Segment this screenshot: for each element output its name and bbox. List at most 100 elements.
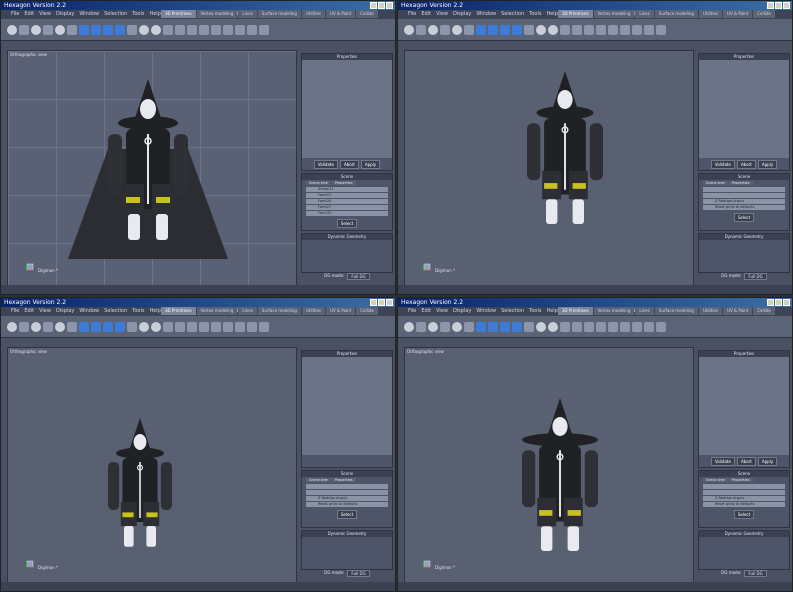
toolbar-tool-icon[interactable]	[440, 321, 450, 332]
toolbar-tool-icon[interactable]	[7, 24, 17, 35]
scene-list-item[interactable]: Form20	[306, 199, 388, 204]
witch-character-model[interactable]	[405, 51, 695, 287]
toolbar-tool-icon[interactable]	[656, 321, 666, 332]
toolbar-tool-icon[interactable]	[416, 321, 426, 332]
tab-uv-paint[interactable]: UV & Paint	[723, 10, 753, 18]
witch-character-model[interactable]	[8, 51, 298, 287]
toolbar-tool-icon[interactable]	[464, 24, 474, 35]
menu-item-tools[interactable]: Tools	[132, 307, 144, 316]
title-bar[interactable]: Hexagon Version 2.2	[1, 298, 395, 307]
minimize-button[interactable]	[370, 2, 377, 9]
toolbar-tool-icon[interactable]	[247, 24, 257, 35]
toolbar-tool-icon[interactable]	[187, 321, 197, 332]
menu-item-display[interactable]: Display	[453, 10, 471, 19]
dg-mode-select[interactable]: Full DG	[347, 273, 370, 280]
menu-item-selection[interactable]: Selection	[501, 10, 524, 19]
menu-item-view[interactable]: View	[39, 307, 51, 316]
toolbar-tool-icon[interactable]	[259, 24, 269, 35]
toolbar-tool-icon[interactable]	[656, 24, 666, 35]
toolbar-tool-icon[interactable]	[560, 321, 570, 332]
toolbar-tool-icon[interactable]	[55, 321, 65, 332]
menu-item-edit[interactable]: Edit	[24, 10, 34, 19]
validate-button[interactable]: Validate	[313, 160, 338, 169]
scene-list-item[interactable]	[306, 490, 388, 495]
toolbar-tool-icon[interactable]	[235, 321, 245, 332]
minimize-button[interactable]	[767, 2, 774, 9]
close-button[interactable]	[783, 2, 790, 9]
toolbar-tool-icon[interactable]	[199, 321, 209, 332]
menu-item-view[interactable]: View	[436, 10, 448, 19]
toolbar-tool-icon[interactable]	[43, 321, 53, 332]
toolbar-tool-icon[interactable]	[259, 321, 269, 332]
tab-utilities[interactable]: Utilities	[698, 10, 723, 18]
toolbar-tool-icon[interactable]	[644, 24, 654, 35]
toolbar-tool-icon[interactable]	[223, 321, 233, 332]
toolbar-tool-icon[interactable]	[620, 321, 630, 332]
tab-vertex-modeling[interactable]: Vertex modeling	[593, 307, 635, 315]
title-bar[interactable]: Hexagon Version 2.2	[398, 298, 792, 307]
toolbar-tool-icon[interactable]	[163, 321, 173, 332]
menu-item-selection[interactable]: Selection	[104, 307, 127, 316]
select-button[interactable]: Select	[733, 510, 755, 519]
toolbar-tool-icon[interactable]	[127, 24, 137, 35]
tab-utilities[interactable]: Utilities	[301, 10, 326, 18]
toolbar-tool-icon[interactable]	[476, 321, 486, 332]
tab-uv-paint[interactable]: UV & Paint	[723, 307, 753, 315]
close-button[interactable]	[386, 2, 393, 9]
toolbar-tool-icon[interactable]	[500, 321, 510, 332]
tab-collide[interactable]: Collide	[753, 307, 775, 315]
toolbar-tool-icon[interactable]	[476, 24, 486, 35]
menu-item-file[interactable]: File	[11, 10, 19, 19]
scene-list-item[interactable]	[703, 193, 785, 198]
tab-vertex-modeling[interactable]: Vertex modeling	[196, 10, 238, 18]
abort-button[interactable]: Abort	[339, 160, 359, 169]
toolbar-tool-icon[interactable]	[211, 24, 221, 35]
toolbar-tool-icon[interactable]	[632, 24, 642, 35]
toolbar-tool-icon[interactable]	[428, 24, 438, 35]
toolbar-tool-icon[interactable]	[151, 321, 161, 332]
toolbar-tool-icon[interactable]	[79, 321, 89, 332]
tab-lines[interactable]: Lines	[238, 10, 257, 18]
toolbar-tool-icon[interactable]	[103, 321, 113, 332]
toolbar-tool-icon[interactable]	[488, 24, 498, 35]
scene-tab[interactable]: Properties	[331, 181, 356, 185]
title-bar[interactable]: Hexagon Version 2.2	[398, 1, 792, 10]
scene-tab[interactable]: Properties	[331, 478, 356, 482]
dg-mode-select[interactable]: Full DG	[744, 273, 767, 280]
toolbar-tool-icon[interactable]	[584, 24, 594, 35]
menu-item-help[interactable]: Help	[546, 10, 557, 19]
tab-3d-primitives[interactable]: 3D Primitives	[161, 307, 196, 315]
toolbar-tool-icon[interactable]	[19, 321, 29, 332]
menu-item-file[interactable]: File	[11, 307, 19, 316]
menu-item-tools[interactable]: Tools	[529, 307, 541, 316]
toolbar-tool-icon[interactable]	[572, 321, 582, 332]
toolbar-tool-icon[interactable]	[500, 24, 510, 35]
scene-list-item[interactable]: Reset grids to defaults	[306, 502, 388, 507]
toolbar-tool-icon[interactable]	[416, 24, 426, 35]
minimize-button[interactable]	[370, 299, 377, 306]
witch-character-model[interactable]	[8, 348, 298, 584]
tab-3d-primitives[interactable]: 3D Primitives	[161, 10, 196, 18]
menu-item-window[interactable]: Window	[476, 307, 496, 316]
toolbar-tool-icon[interactable]	[428, 321, 438, 332]
toolbar-tool-icon[interactable]	[139, 24, 149, 35]
toolbar-tool-icon[interactable]	[151, 24, 161, 35]
scene-list-item[interactable]: Z Rodrigo Arguis	[703, 496, 785, 501]
close-button[interactable]	[386, 299, 393, 306]
tab-uv-paint[interactable]: UV & Paint	[326, 10, 356, 18]
toolbar-tool-icon[interactable]	[464, 321, 474, 332]
menu-item-display[interactable]: Display	[453, 307, 471, 316]
maximize-button[interactable]	[775, 299, 782, 306]
menu-item-display[interactable]: Display	[56, 10, 74, 19]
viewport-3d[interactable]: Orthographic view Digimon *	[404, 347, 694, 583]
scene-tab[interactable]: Scene tree	[703, 181, 728, 185]
select-button[interactable]: Select	[336, 510, 358, 519]
toolbar-tool-icon[interactable]	[524, 24, 534, 35]
scene-tab[interactable]: Scene tree	[306, 181, 331, 185]
toolbar-tool-icon[interactable]	[139, 321, 149, 332]
validate-button[interactable]: Validate	[710, 160, 735, 169]
tab-lines[interactable]: Lines	[238, 307, 257, 315]
toolbar-tool-icon[interactable]	[115, 24, 125, 35]
apply-button[interactable]: Apply	[360, 160, 381, 169]
toolbar-tool-icon[interactable]	[632, 321, 642, 332]
